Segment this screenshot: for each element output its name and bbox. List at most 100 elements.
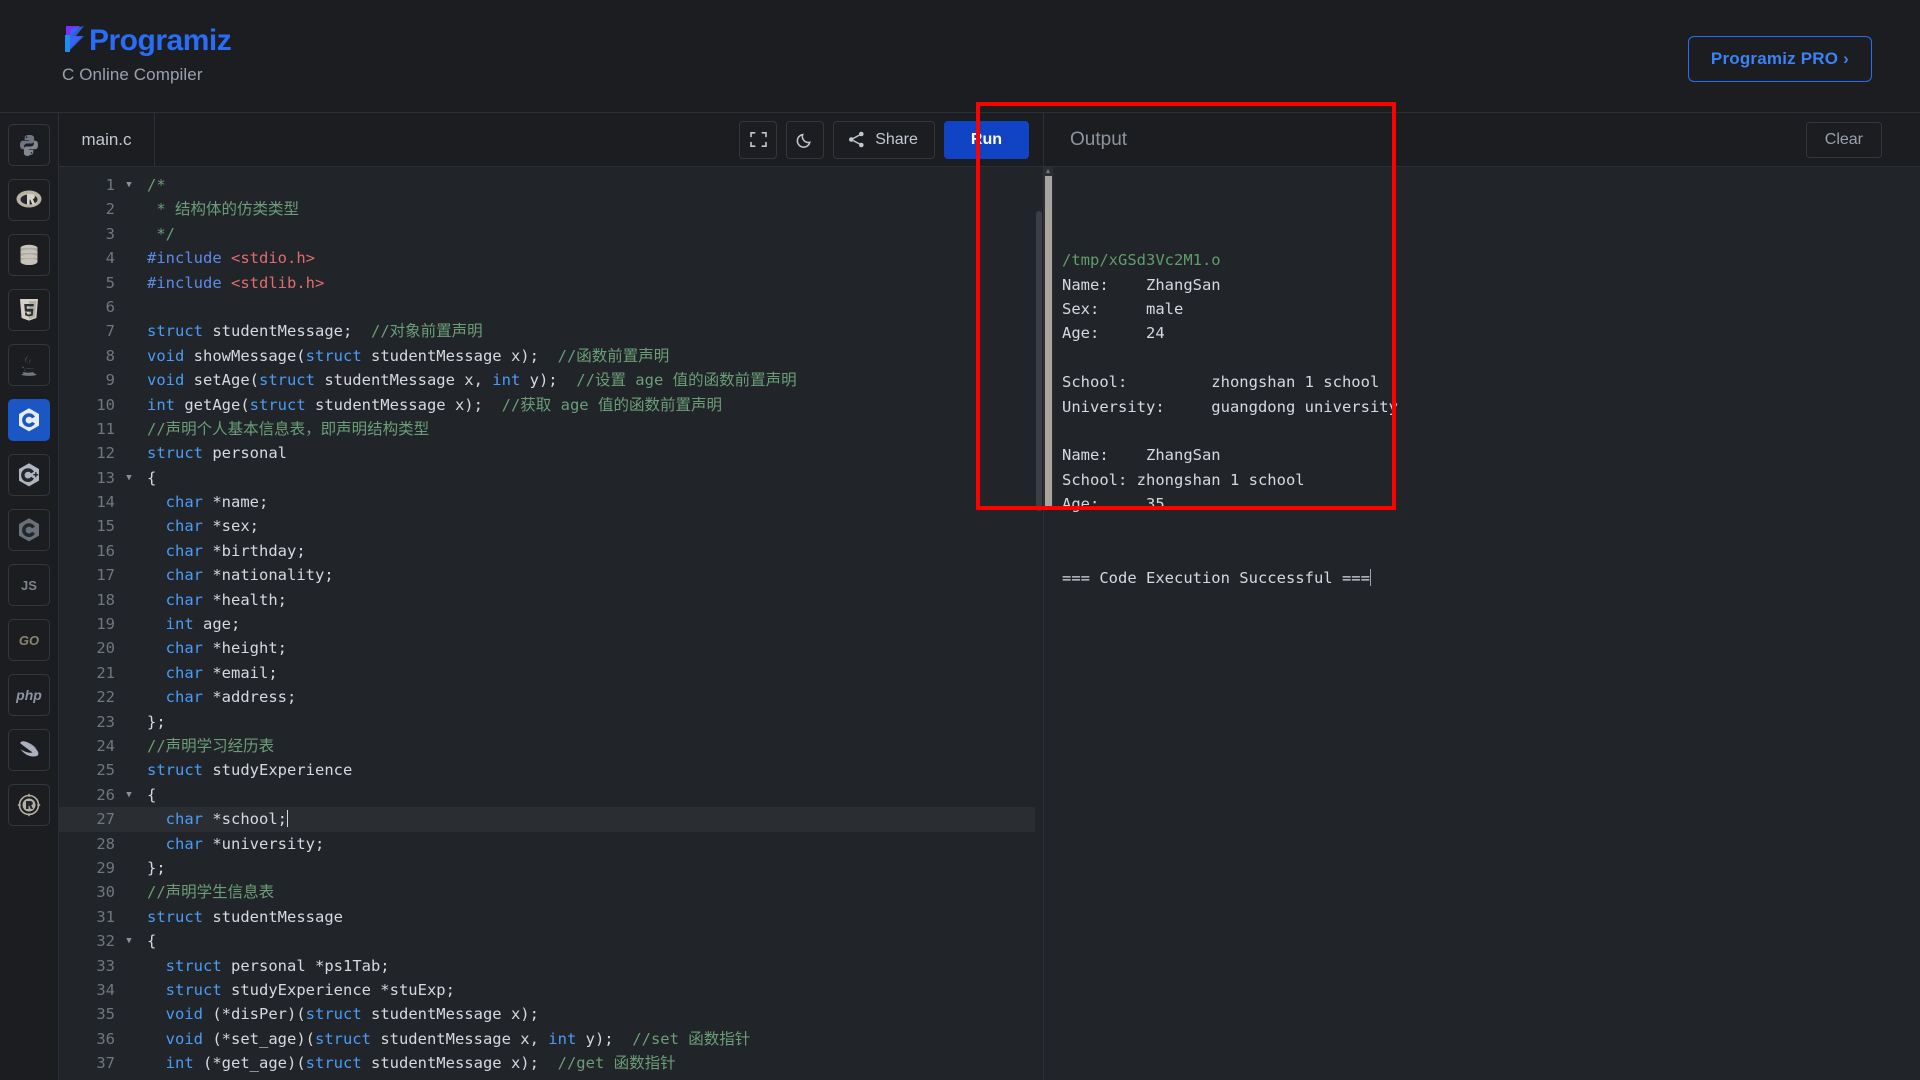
sidebar-item-python[interactable] <box>8 124 50 166</box>
code-line[interactable]: 11 //声明个人基本信息表，即声明结构类型 <box>59 417 1043 441</box>
js-icon: JS <box>21 577 37 593</box>
code-line[interactable]: 22 char *address; <box>59 685 1043 709</box>
code-line[interactable]: 10 int getAge(struct studentMessage x); /… <box>59 393 1043 417</box>
editor-scrollbar-thumb[interactable] <box>1036 211 1042 511</box>
code-line[interactable]: 13 ▼ { <box>59 466 1043 490</box>
code-line[interactable]: 12 struct personal <box>59 441 1043 465</box>
code-line[interactable]: 16 char *birthday; <box>59 539 1043 563</box>
fold-toggle-icon[interactable]: ▼ <box>121 929 137 953</box>
code-line[interactable]: 32 ▼ { <box>59 929 1043 953</box>
code-line[interactable]: 23}; <box>59 710 1043 734</box>
code-line[interactable]: 28 char *university; <box>59 832 1043 856</box>
programiz-logo[interactable]: Programiz <box>62 22 232 56</box>
code-line[interactable]: 8 void showMessage(struct studentMessage … <box>59 344 1043 368</box>
code-line[interactable]: 9 void setAge(struct studentMessage x, in… <box>59 368 1043 392</box>
code-line[interactable]: 38}; <box>59 1075 1043 1080</box>
code-text: char *nationality; <box>165 566 334 585</box>
share-button[interactable]: Share <box>833 120 935 159</box>
sidebar-item-sql[interactable] <box>8 234 50 276</box>
programiz-pro-button[interactable]: Programiz PRO › <box>1687 36 1872 82</box>
python-icon <box>20 135 38 156</box>
line-number: 21 <box>96 663 115 682</box>
line-number: 24 <box>96 736 115 755</box>
code-line[interactable]: 18 char *health; <box>59 588 1043 612</box>
code-line[interactable]: 33 struct personal *ps1Tab; <box>59 954 1043 978</box>
sidebar-item-html[interactable] <box>8 289 50 331</box>
code-lines[interactable]: 1 ▼/* 2 * 结构体的仿类类型 3 */4 #include <stdio.h> 5… <box>59 173 1043 1080</box>
run-button[interactable]: Run <box>943 120 1029 159</box>
sidebar-item-javascript[interactable]: JS <box>8 564 50 606</box>
code-line[interactable]: 37 int (*get_age)(struct studentMessage … <box>59 1051 1043 1075</box>
file-tab-main-c[interactable]: main.c <box>59 113 155 166</box>
code-line[interactable]: 4 #include <stdio.h> <box>59 246 1043 270</box>
output-console[interactable]: /tmp/xGSd3Vc2M1.o Name: ZhangSan Sex: male… <box>1044 167 1920 1080</box>
code-line[interactable]: 30 //声明学生信息表 <box>59 880 1043 904</box>
output-line: School: zhongshan 1 school <box>1062 470 1305 489</box>
sidebar-item-cpp[interactable] <box>8 454 50 496</box>
code-line[interactable]: 34 struct studyExperience *stuExp; <box>59 978 1043 1002</box>
fold-toggle-icon[interactable]: ▼ <box>121 466 137 490</box>
code-line[interactable]: 35 void (*disPer)(struct studentMessage … <box>59 1002 1043 1026</box>
code-text: * 结构体的仿类类型 <box>147 200 299 219</box>
sidebar-item-swift[interactable] <box>8 729 50 771</box>
scroll-up-arrow-icon[interactable] <box>1046 169 1050 173</box>
sidebar-item-go[interactable]: GO <box>8 619 50 661</box>
sidebar-item-csharp[interactable] <box>8 509 50 551</box>
code-line[interactable]: 27 char *school; <box>59 807 1043 832</box>
line-number: 17 <box>96 566 115 585</box>
output-scrollbar-thumb[interactable] <box>1045 176 1052 506</box>
code-line[interactable]: 6 <box>59 295 1043 319</box>
code-editor[interactable]: 1 ▼/* 2 * 结构体的仿类类型 3 */4 #include <stdio.h> 5… <box>59 167 1043 1080</box>
fullscreen-button[interactable] <box>739 120 778 159</box>
editor-vertical-scrollbar[interactable] <box>1035 167 1043 1080</box>
code-line[interactable]: 29}; <box>59 856 1043 880</box>
code-line[interactable]: 24 //声明学习经历表 <box>59 734 1043 758</box>
code-line[interactable]: 15 char *sex; <box>59 514 1043 538</box>
code-line[interactable]: 1 ▼ /* <box>59 173 1043 197</box>
code-line[interactable]: 25 struct studyExperience <box>59 758 1043 782</box>
code-line[interactable]: 2 * 结构体的仿类类型 <box>59 197 1043 221</box>
sidebar-item-c[interactable] <box>8 399 50 441</box>
fold-toggle-icon[interactable]: ▼ <box>121 783 137 807</box>
output-line: Name: ZhangSan <box>1062 275 1221 294</box>
code-line[interactable]: 20 char *height; <box>59 636 1043 660</box>
line-number: 12 <box>96 444 115 463</box>
code-line[interactable]: 3 */ <box>59 222 1043 246</box>
theme-toggle-button[interactable] <box>786 120 825 159</box>
output-vertical-scrollbar[interactable] <box>1044 167 1053 507</box>
code-text: /* <box>147 176 166 194</box>
output-line: === Code Execution Successful === <box>1062 568 1371 587</box>
code-line[interactable]: 7 struct studentMessage; //对象前置声明 <box>59 319 1043 343</box>
code-text: char *school; <box>165 810 288 829</box>
code-line[interactable]: 21 char *email; <box>59 661 1043 685</box>
code-text: void showMessage(struct studentMessage x… <box>147 346 670 365</box>
line-number: 35 <box>96 1005 115 1024</box>
code-text: //声明个人基本信息表，即声明结构类型 <box>147 419 430 438</box>
code-line[interactable]: 26 ▼ { <box>59 783 1043 807</box>
line-number: 7 <box>105 322 115 341</box>
toolbar-actions: Share Run <box>739 113 1043 166</box>
code-line[interactable]: 31 struct studentMessage <box>59 905 1043 929</box>
editor-toolbar: main.c Share Run <box>59 113 1043 167</box>
code-line[interactable]: 17 char *nationality; <box>59 563 1043 587</box>
code-line[interactable]: 5 #include <stdlib.h> <box>59 271 1043 295</box>
database-icon <box>20 244 38 265</box>
editor-panel: main.c Share Run 1 ▼ /* 2 * 结构体的仿类类型 3 *… <box>59 113 1044 1080</box>
fold-toggle-icon[interactable]: ▼ <box>121 173 137 197</box>
sidebar-item-php[interactable]: php <box>8 674 50 716</box>
sidebar-item-rust[interactable] <box>8 784 50 826</box>
output-panel: Output Clear /tmp/xGSd3Vc2M1.o Name: Zhan… <box>1044 113 1920 1080</box>
code-line[interactable]: 19 int age; <box>59 612 1043 636</box>
sidebar-item-r[interactable] <box>8 179 50 221</box>
code-line[interactable]: 36 void (*set_age)(struct studentMessage… <box>59 1027 1043 1051</box>
clear-button[interactable]: Clear <box>1805 122 1882 158</box>
code-line[interactable]: 14 char *name; <box>59 490 1043 514</box>
sidebar-item-java[interactable] <box>8 344 50 386</box>
